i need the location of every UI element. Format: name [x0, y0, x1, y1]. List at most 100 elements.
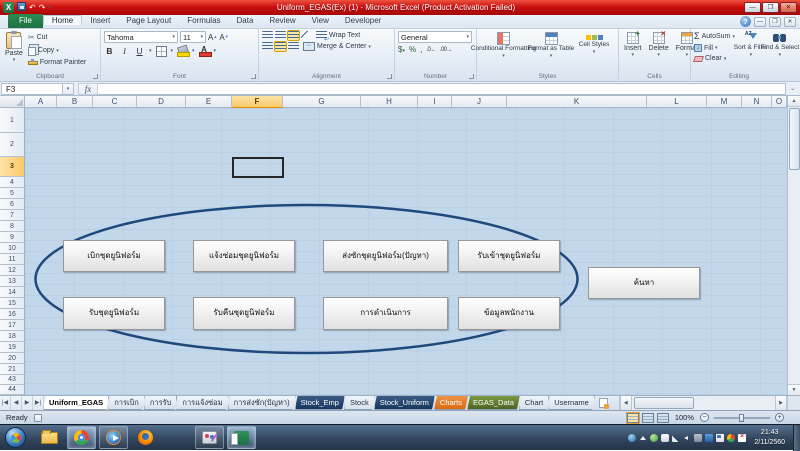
conditional-formatting-button[interactable]: Conditional Formatting ▾ [480, 31, 527, 71]
scroll-down-icon[interactable]: ▼ [788, 384, 800, 395]
align-bottom-button[interactable] [288, 31, 299, 40]
sheet-tab-kan-song-sak-panha[interactable]: การส่งซัก(ปัญหา) [228, 396, 296, 410]
ribbon-tab-view[interactable]: View [304, 16, 337, 25]
zoom-slider[interactable] [714, 417, 770, 419]
font-family-combo[interactable]: Tahoma▾ [104, 31, 178, 43]
row-header[interactable]: 14 [0, 287, 25, 298]
column-header[interactable]: I [418, 96, 452, 108]
font-color-button[interactable]: A [199, 46, 210, 57]
page-break-view-button[interactable] [657, 413, 669, 423]
font-dialog-launcher[interactable] [251, 74, 256, 79]
formula-bar-expand-icon[interactable]: ⌄ [786, 85, 799, 92]
tray-alert-icon[interactable] [738, 434, 746, 442]
row-header[interactable]: 43 [0, 375, 25, 385]
clipboard-dialog-launcher[interactable] [93, 74, 98, 79]
copy-button[interactable]: Copy▾ [28, 45, 86, 56]
name-box[interactable]: F3 [1, 83, 63, 95]
tray-volume-icon[interactable] [683, 434, 691, 442]
sheet-tab-chart[interactable]: Chart [519, 396, 549, 410]
name-box-dropdown[interactable]: ▾ [63, 83, 74, 95]
fill-color-button[interactable] [177, 46, 188, 57]
taskbar-item[interactable] [163, 426, 192, 449]
page-layout-view-button[interactable] [642, 413, 654, 423]
insert-worksheet-button[interactable] [595, 396, 613, 410]
shape-button-receive-uniform[interactable]: รับชุดยูนิฟอร์ม [63, 297, 165, 330]
tray-overflow-arrow-icon[interactable] [639, 434, 647, 442]
column-header[interactable]: G [283, 96, 361, 108]
grid-canvas[interactable]: เบิกชุดยูนิฟอร์ม แจ้งซ่อมชุดยูนิฟอร์ม ส่งซ… [25, 108, 787, 395]
increase-decimal-button[interactable]: .0← [426, 45, 436, 55]
sheet-tab-egas-data[interactable]: EGAS_Data [467, 396, 520, 410]
wrap-text-button[interactable]: Wrap Text [316, 31, 360, 40]
find-select-button[interactable]: Find & Select ▾ [767, 31, 793, 71]
sheet-tab-stock[interactable]: Stock [344, 396, 375, 410]
ribbon-tab-insert[interactable]: Insert [82, 16, 118, 25]
cut-button[interactable]: ✂Cut [28, 33, 86, 42]
horizontal-scroll-thumb[interactable] [634, 397, 694, 409]
last-sheet-button[interactable]: ▶| [33, 396, 44, 410]
tray-action-center-icon[interactable] [716, 434, 724, 442]
sheet-tab-kan-boek[interactable]: การเบิก [108, 396, 145, 410]
taskbar-item[interactable] [131, 426, 160, 449]
row-header[interactable]: 6 [0, 199, 25, 210]
sheet-tab-stock-uniform[interactable]: Stock_Uniform [374, 396, 435, 410]
shrink-font-button[interactable]: A▼ [219, 33, 228, 42]
show-desktop-button[interactable] [793, 425, 800, 451]
row-header[interactable]: 10 [0, 243, 25, 254]
merge-center-button[interactable]: Merge & Center ▾ [303, 42, 371, 51]
save-button[interactable] [17, 2, 26, 14]
column-header[interactable]: C [93, 96, 137, 108]
formula-input[interactable] [98, 83, 786, 95]
bold-button[interactable]: B [104, 45, 115, 57]
ribbon-tab-home[interactable]: Home [43, 15, 82, 25]
row-header[interactable]: 4 [0, 177, 25, 188]
zoom-level[interactable]: 100% [675, 413, 694, 422]
underline-button[interactable]: U [134, 45, 145, 57]
taskbar-item[interactable] [99, 426, 128, 449]
close-button[interactable]: ✕ [780, 2, 797, 13]
sheet-tab-charts[interactable]: Charts [434, 396, 468, 410]
row-header[interactable]: 15 [0, 298, 25, 309]
help-icon[interactable]: ? [740, 16, 751, 27]
shape-button-search[interactable]: ค้นหา [588, 267, 700, 299]
tray-chrome-icon[interactable] [727, 434, 735, 442]
shape-button-operations[interactable]: การดำเนินการ [323, 297, 448, 330]
clear-button[interactable]: Clear▾ [694, 55, 735, 62]
sheet-tab-kan-chaeng-som[interactable]: การแจ้งซ่อม [176, 396, 228, 410]
ribbon-tab-formulas[interactable]: Formulas [179, 16, 228, 25]
taskbar-item[interactable] [67, 426, 96, 449]
tray-security-icon[interactable] [650, 434, 658, 442]
format-painter-button[interactable]: Format Painter [28, 59, 86, 66]
paste-button[interactable]: Paste ▾ [3, 31, 25, 71]
align-left-button[interactable] [262, 42, 273, 51]
ribbon-tab-page-layout[interactable]: Page Layout [118, 16, 179, 25]
row-header[interactable]: 7 [0, 210, 25, 221]
shape-button-report-repair-uniform[interactable]: แจ้งซ่อมชุดยูนิฟอร์ม [193, 240, 295, 272]
vertical-scrollbar[interactable]: ▲ ▼ [787, 96, 800, 395]
borders-button[interactable] [156, 46, 167, 57]
number-format-combo[interactable]: General▾ [398, 31, 472, 43]
restore-button[interactable]: ❐ [762, 2, 779, 13]
column-header[interactable]: N [742, 96, 772, 108]
alignment-dialog-launcher[interactable] [387, 74, 392, 79]
insert-cells-button[interactable]: Insert ▾ [622, 31, 644, 71]
column-header[interactable]: H [361, 96, 418, 108]
tray-app-icon[interactable] [628, 434, 636, 442]
grow-font-button[interactable]: A▲ [208, 33, 217, 42]
row-header[interactable]: 44 [0, 385, 25, 395]
minimize-button[interactable]: — [744, 2, 761, 13]
shape-button-receive-in-uniform[interactable]: รับเข้าชุดยูนิฟอร์ม [458, 240, 560, 272]
shape-button-send-laundry-problem[interactable]: ส่งซักชุดยูนิฟอร์ม(ปัญหา) [323, 240, 448, 272]
row-header[interactable]: 13 [0, 276, 25, 287]
row-header[interactable]: 5 [0, 188, 25, 199]
row-header[interactable]: 9 [0, 232, 25, 243]
row-header[interactable]: 21 [0, 364, 25, 375]
shape-button-withdraw-uniform[interactable]: เบิกชุดยูนิฟอร์ม [63, 240, 165, 272]
fill-button[interactable]: ↓Fill▾ [694, 44, 735, 52]
row-header[interactable]: 19 [0, 342, 25, 353]
column-header[interactable]: B [57, 96, 93, 108]
row-header[interactable]: 8 [0, 221, 25, 232]
tray-device-icon[interactable] [694, 434, 702, 442]
align-right-button[interactable] [288, 42, 299, 51]
taskbar-item[interactable] [227, 426, 256, 449]
